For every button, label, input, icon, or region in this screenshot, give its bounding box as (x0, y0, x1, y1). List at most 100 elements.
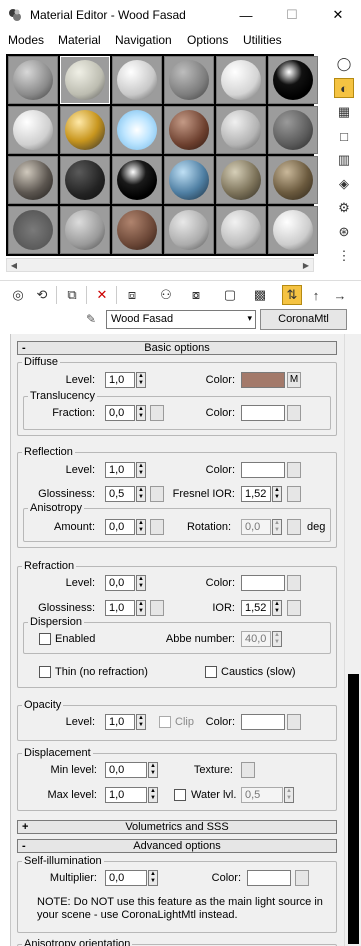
translucency-color-map-button[interactable] (287, 405, 301, 421)
spinner-arrows-icon[interactable]: ▲ ▼ (136, 714, 146, 730)
displacement-max-input[interactable]: 1,0 (105, 787, 147, 803)
panel-vertical-scrollbar[interactable] (344, 334, 361, 946)
spinner-arrows-icon[interactable]: ▲ ▼ (284, 787, 294, 803)
spinner-arrows-icon[interactable]: ▲ ▼ (136, 575, 146, 591)
spinner-arrows-icon[interactable]: ▲ ▼ (272, 600, 282, 616)
reflection-glossiness-input[interactable]: 0,5 (105, 486, 135, 502)
water-level-checkbox[interactable] (174, 789, 186, 801)
opacity-color-map-button[interactable] (287, 714, 301, 730)
sample-slot[interactable] (8, 156, 58, 204)
spinner-arrows-icon[interactable]: ▲ ▼ (148, 787, 158, 803)
ior-map-button[interactable] (287, 600, 301, 616)
scroll-left-icon[interactable]: ◀ (7, 259, 21, 271)
sample-slot[interactable] (112, 106, 162, 154)
diffuse-map-button[interactable]: M (287, 372, 301, 388)
sample-slot[interactable] (8, 106, 58, 154)
sample-slot[interactable] (60, 156, 110, 204)
displacement-texture-map-button[interactable] (241, 762, 255, 778)
refraction-glossiness-map-button[interactable] (150, 600, 164, 616)
sample-slot[interactable] (112, 56, 162, 104)
sample-slot[interactable] (60, 56, 110, 104)
material-name-field[interactable]: Wood Fasad ▾ (106, 310, 256, 329)
reflection-color-map-button[interactable] (287, 462, 301, 478)
opacity-color-swatch[interactable] (241, 714, 285, 730)
reset-map-icon[interactable]: ✕ (92, 285, 112, 305)
water-level-input[interactable]: 0,5 (241, 787, 283, 803)
sample-slot[interactable] (216, 156, 266, 204)
put-material-icon[interactable]: ⟲ (32, 285, 52, 305)
sample-slot[interactable] (164, 56, 214, 104)
self-illum-color-swatch[interactable] (247, 870, 291, 886)
sample-slot[interactable] (216, 56, 266, 104)
sample-type-icon[interactable]: ◯ (334, 54, 354, 74)
anisotropy-rotation-map-button[interactable] (287, 519, 301, 535)
diffuse-color-swatch[interactable] (241, 372, 285, 388)
anisotropy-amount-input[interactable]: 0,0 (105, 519, 135, 535)
rollout-basic-options[interactable]: - Basic options (17, 341, 337, 355)
anisotropy-amount-map-button[interactable] (150, 519, 164, 535)
spinner-arrows-icon[interactable]: ▲ ▼ (136, 462, 146, 478)
minimize-button[interactable]: — (223, 0, 269, 30)
refraction-level-input[interactable]: 0,0 (105, 575, 135, 591)
chevron-down-icon[interactable]: ▾ (247, 313, 252, 324)
make-unique-icon[interactable]: ⚇ (156, 285, 176, 305)
video-color-check-icon[interactable]: ▥ (334, 150, 354, 170)
spinner-arrows-icon[interactable]: ▲ ▼ (272, 519, 282, 535)
menu-utilities[interactable]: Utilities (243, 33, 282, 47)
sample-slot[interactable] (164, 156, 214, 204)
spinner-arrows-icon[interactable]: ▲ ▼ (148, 762, 158, 778)
rollout-volumetrics-sss[interactable]: + Volumetrics and SSS (17, 820, 337, 834)
select-by-material-icon[interactable]: ⊛ (334, 222, 354, 242)
material-type-button[interactable]: CoronaMtl (260, 309, 347, 330)
sample-slot[interactable] (164, 206, 214, 254)
scrollbar-thumb[interactable] (348, 674, 359, 944)
sample-slot[interactable] (164, 106, 214, 154)
menu-navigation[interactable]: Navigation (115, 33, 172, 47)
options-icon[interactable]: ⚙ (334, 198, 354, 218)
sample-slot[interactable] (8, 56, 58, 104)
make-preview-icon[interactable]: ◈ (334, 174, 354, 194)
sample-slot[interactable] (112, 156, 162, 204)
go-to-parent-icon[interactable]: ↑ (306, 285, 326, 305)
scroll-right-icon[interactable]: ▶ (299, 259, 313, 271)
close-button[interactable]: ✕ (315, 0, 361, 30)
menu-material[interactable]: Material (58, 33, 101, 47)
maximize-button[interactable]: ☐ (269, 0, 315, 30)
sample-uv-tiling-icon[interactable]: □ (334, 126, 354, 146)
thin-checkbox[interactable] (39, 666, 51, 678)
self-illum-color-map-button[interactable] (295, 870, 309, 886)
opacity-level-input[interactable]: 1,0 (105, 714, 135, 730)
sample-slot[interactable] (268, 156, 318, 204)
spinner-arrows-icon[interactable]: ▲ ▼ (148, 870, 158, 886)
backlight-icon[interactable]: ◐ (334, 78, 354, 98)
get-material-icon[interactable]: ◎ (8, 285, 28, 305)
go-forward-sibling-icon[interactable]: → (330, 285, 350, 305)
reflection-color-swatch[interactable] (241, 462, 285, 478)
sample-slot[interactable] (112, 206, 162, 254)
show-map-in-viewport-icon[interactable]: ▩ (250, 285, 270, 305)
dispersion-enabled-checkbox[interactable] (39, 633, 51, 645)
spinner-arrows-icon[interactable]: ▲ ▼ (136, 486, 146, 502)
put-to-library-icon[interactable]: ⧇ (186, 285, 206, 305)
refraction-color-map-button[interactable] (287, 575, 301, 591)
translucency-fraction-input[interactable]: 0,0 (105, 405, 135, 421)
sample-slot[interactable] (268, 206, 318, 254)
fresnel-ior-map-button[interactable] (287, 486, 301, 502)
spinner-arrows-icon[interactable]: ▲ ▼ (272, 631, 282, 647)
self-illum-multiplier-input[interactable]: 0,0 (105, 870, 147, 886)
material-map-navigator-icon[interactable]: ⋮ (334, 246, 354, 266)
sample-slot[interactable] (216, 106, 266, 154)
anisotropy-rotation-input[interactable]: 0,0 (241, 519, 271, 535)
spinner-arrows-icon[interactable]: ▲ ▼ (272, 486, 282, 502)
reflection-level-input[interactable]: 1,0 (105, 462, 135, 478)
spinner-arrows-icon[interactable]: ▲ ▼ (136, 372, 146, 388)
diffuse-level-input[interactable]: 1,0 (105, 372, 135, 388)
menu-options[interactable]: Options (187, 33, 228, 47)
spinner-arrows-icon[interactable]: ▲ ▼ (136, 600, 146, 616)
show-end-result-icon[interactable]: ⇅ (282, 285, 302, 305)
sample-slot[interactable] (268, 56, 318, 104)
background-checker-icon[interactable]: ▦ (334, 102, 354, 122)
sample-slot[interactable] (60, 106, 110, 154)
sample-slot[interactable] (60, 206, 110, 254)
clip-checkbox[interactable] (159, 716, 171, 728)
